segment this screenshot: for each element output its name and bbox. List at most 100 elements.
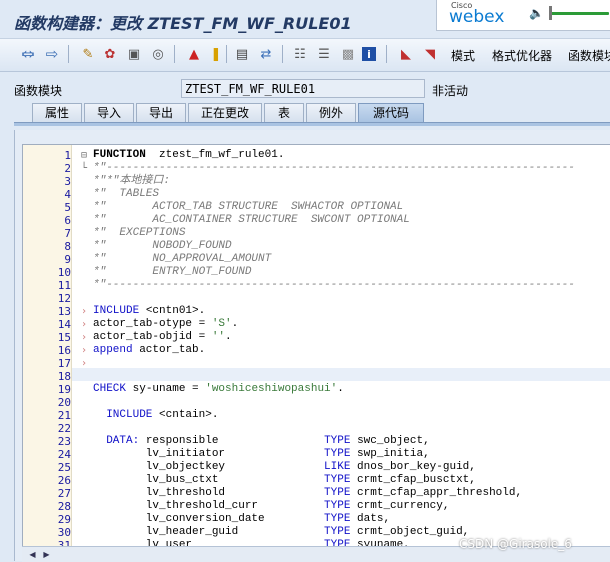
collapse-block-icon[interactable]: ⊟	[81, 149, 87, 162]
code-token: crmt_cfap_appr_threshold,	[350, 487, 523, 499]
code-line[interactable]: *" ENTRY_NOT_FOUND	[93, 266, 251, 279]
change-marker-icon: ›	[81, 358, 88, 369]
source-code-editor[interactable]: 1 ⊟ FUNCTION ztest_fm_wf_rule01. 2 └ *"------…	[22, 144, 610, 548]
volume-slider-knob[interactable]	[549, 6, 552, 20]
code-line[interactable]: *"--------------------------------------…	[93, 162, 575, 175]
help-icon[interactable]: ▩	[338, 44, 358, 64]
scroll-right-icon[interactable]: ▶	[40, 548, 53, 561]
code-token: lv_threshold	[93, 487, 325, 499]
code-token: append	[93, 344, 133, 356]
code-line[interactable]: *" NOBODY_FOUND	[93, 240, 232, 253]
code-line[interactable]: lv_conversion_date TYPE dats,	[93, 513, 390, 526]
pattern-icon[interactable]: ◥	[420, 44, 440, 64]
tab-exceptions[interactable]: 例外	[306, 103, 356, 122]
pattern-button[interactable]: 模式	[451, 47, 475, 64]
code-token: .	[337, 383, 344, 395]
code-line[interactable]: *" NO_APPROVAL_AMOUNT	[93, 253, 271, 266]
code-token: LIKE	[324, 461, 351, 473]
code-line[interactable]: *"--------------------------------------…	[93, 279, 575, 292]
code-line[interactable]: *" TABLES	[93, 188, 159, 201]
code-token: INCLUDE	[93, 305, 140, 317]
tab-export[interactable]: 导出	[136, 103, 186, 122]
check-icon[interactable]: ◎	[148, 44, 168, 64]
line-number: 25	[57, 461, 71, 474]
tab-changing[interactable]: 正在更改	[188, 103, 262, 122]
code-line[interactable]: lv_threshold_curr TYPE crmt_currency,	[93, 500, 450, 513]
line-number: 11	[57, 279, 71, 292]
tab-attributes[interactable]: 属性	[32, 103, 82, 122]
code-token: swp_initia,	[350, 448, 430, 460]
tab-source-code[interactable]: 源代码	[358, 103, 424, 122]
code-line[interactable]: *" EXCEPTIONS	[93, 227, 185, 240]
navigation-window-icon[interactable]: ⇄	[256, 44, 276, 64]
code-token: 'S'	[211, 318, 232, 330]
code-line[interactable]: lv_header_guid TYPE crmt_object_guid,	[93, 526, 469, 539]
code-line[interactable]: INCLUDE <cntain>.	[93, 409, 218, 422]
code-line[interactable]: actor_tab-objid = ''.	[93, 331, 232, 344]
tab-tables[interactable]: 表	[264, 103, 304, 122]
info-icon[interactable]: i	[362, 47, 376, 61]
change-marker-icon: ›	[81, 306, 88, 317]
code-token: TYPE	[324, 513, 351, 525]
code-token: CHECK	[93, 383, 127, 395]
code-line[interactable]: CHECK sy-uname = 'woshiceshiwopashui'.	[93, 383, 344, 396]
code-line[interactable]: INCLUDE <cntn01>.	[93, 305, 205, 318]
line-number: 30	[57, 526, 71, 539]
tab-import[interactable]: 导入	[84, 103, 134, 122]
code-token: lv_objectkey	[93, 461, 325, 473]
save-pattern-icon[interactable]: ◣	[396, 44, 416, 64]
function-module-field[interactable]: ZTEST_FM_WF_RULE01	[181, 79, 425, 98]
line-number: 18	[57, 370, 71, 383]
tab-underline	[14, 122, 610, 126]
code-line[interactable]: lv_bus_ctxt TYPE crmt_cfap_busctxt,	[93, 474, 476, 487]
code-line[interactable]: *" ACTOR_TAB STRUCTURE SWHACTOR OPTIONAL	[93, 201, 403, 214]
hierarchy-icon[interactable]: ☷	[290, 44, 310, 64]
speaker-icon[interactable]: 🔈	[529, 6, 544, 20]
volume-slider[interactable]	[549, 12, 609, 15]
where-used-icon[interactable]: ▲	[184, 44, 204, 64]
code-token: TYPE	[324, 526, 351, 538]
line-number: 17	[57, 357, 71, 370]
block-bracket-icon: └	[81, 163, 88, 174]
function-module-button[interactable]: 函数模块	[568, 47, 610, 64]
webex-logo: webex	[449, 7, 505, 27]
line-number: 26	[57, 474, 71, 487]
code-token: FUNCTION	[93, 149, 146, 161]
object-list-icon[interactable]: ▤	[232, 44, 252, 64]
line-number: 3	[64, 175, 71, 188]
line-number: 16	[57, 344, 71, 357]
code-token: <cntain>.	[152, 409, 219, 421]
toolbar-separator	[386, 45, 387, 63]
code-line[interactable]: lv_initiator TYPE swp_initia,	[93, 448, 430, 461]
line-number: 10	[57, 266, 71, 279]
display-change-icon[interactable]: ✿	[100, 44, 120, 64]
scroll-left-icon[interactable]: ◀	[26, 548, 39, 561]
code-line[interactable]: *" AC_CONTAINER STRUCTURE SWCONT OPTIONA…	[93, 214, 410, 227]
forward-arrow-icon[interactable]: ⇨	[42, 44, 62, 64]
test-icon[interactable]: ❚	[206, 44, 226, 64]
code-token: *" NOBODY_FOUND	[93, 240, 232, 252]
code-line[interactable]: append actor_tab.	[93, 344, 205, 357]
code-token: ''	[211, 331, 226, 343]
code-token: *"--------------------------------------…	[93, 162, 575, 174]
line-number: 5	[64, 201, 71, 214]
code-token: .	[225, 331, 232, 343]
activate-icon[interactable]: ▣	[124, 44, 144, 64]
code-line[interactable]: actor_tab-otype = 'S'.	[93, 318, 238, 331]
line-number: 24	[57, 448, 71, 461]
line-number: 6	[64, 214, 71, 227]
code-line[interactable]: FUNCTION ztest_fm_wf_rule01.	[93, 149, 284, 162]
code-line[interactable]: DATA: responsible TYPE swc_object,	[93, 435, 429, 448]
line-number: 27	[57, 487, 71, 500]
inactive-objects-icon[interactable]: ☰	[314, 44, 334, 64]
code-line[interactable]: *"*"本地接口:	[93, 175, 170, 188]
code-line[interactable]: lv_objectkey LIKE dnos_bor_key-guid,	[93, 461, 476, 474]
line-number: 2	[64, 162, 71, 175]
code-token: actor_tab-objid =	[93, 331, 212, 343]
line-number: 9	[64, 253, 71, 266]
other-object-icon[interactable]: ✎	[78, 44, 98, 64]
line-number: 20	[57, 396, 71, 409]
activation-status: 非活动	[432, 84, 469, 98]
pretty-printer-button[interactable]: 格式优化器	[492, 47, 552, 64]
code-line[interactable]: lv_threshold TYPE crmt_cfap_appr_thresho…	[93, 487, 522, 500]
